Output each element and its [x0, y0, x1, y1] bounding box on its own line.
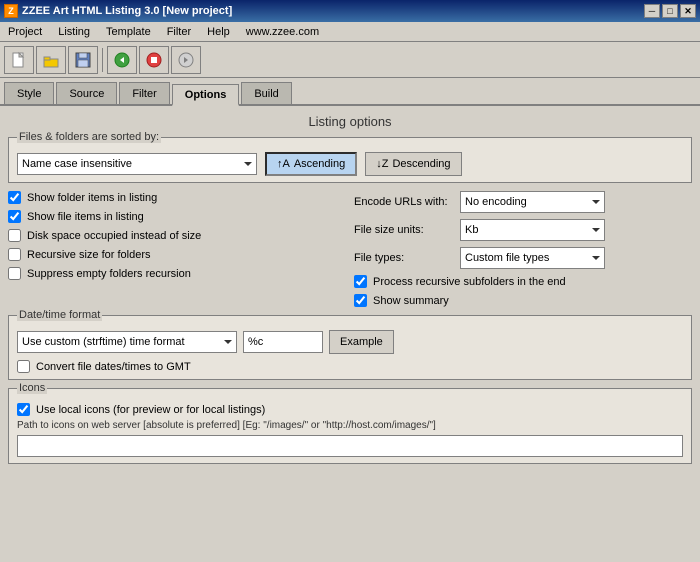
menu-project[interactable]: Project: [0, 24, 50, 40]
show-folder-label: Show folder items in listing: [27, 192, 157, 204]
disk-space-row: Disk space occupied instead of size: [8, 229, 346, 242]
left-column: Show folder items in listing Show file i…: [8, 191, 346, 307]
menu-template[interactable]: Template: [98, 24, 159, 40]
menu-website[interactable]: www.zzee.com: [238, 24, 327, 40]
stop-button[interactable]: [139, 46, 169, 74]
path-input[interactable]: [17, 435, 683, 457]
icons-group: Icons Use local icons (for preview or fo…: [8, 388, 692, 464]
process-recursive-label: Process recursive subfolders in the end: [373, 276, 566, 288]
filesize-row: File size units: Kb Mb Bytes: [354, 219, 692, 241]
suppress-empty-checkbox[interactable]: [8, 267, 21, 280]
disk-space-checkbox[interactable]: [8, 229, 21, 242]
options-grid: Show folder items in listing Show file i…: [8, 191, 692, 307]
toolbar-separator-1: [102, 48, 103, 72]
show-summary-row: Show summary: [354, 294, 692, 307]
ascending-label: Ascending: [294, 158, 345, 170]
datetime-format-input[interactable]: [243, 331, 323, 353]
use-local-icons-checkbox[interactable]: [17, 403, 30, 416]
filetypes-row: File types: Custom file types All files …: [354, 247, 692, 269]
menu-filter[interactable]: Filter: [159, 24, 199, 40]
right-column: Encode URLs with: No encoding URL encodi…: [354, 191, 692, 307]
page-title: Listing options: [8, 114, 692, 129]
show-folder-checkbox[interactable]: [8, 191, 21, 204]
ascending-button[interactable]: ↑A Ascending: [265, 152, 357, 176]
suppress-empty-row: Suppress empty folders recursion: [8, 267, 346, 280]
toolbar: [0, 42, 700, 78]
datetime-select[interactable]: Use custom (strftime) time format ISO fo…: [17, 331, 237, 353]
filesize-select[interactable]: Kb Mb Bytes: [460, 219, 605, 241]
tab-filter[interactable]: Filter: [119, 82, 169, 104]
use-local-icons-row: Use local icons (for preview or for loca…: [17, 403, 683, 416]
encode-select[interactable]: No encoding URL encoding HTML encoding: [460, 191, 605, 213]
save-button[interactable]: [68, 46, 98, 74]
path-label: Path to icons on web server [absolute is…: [17, 420, 683, 431]
new-button[interactable]: [4, 46, 34, 74]
title-bar: Z ZZEE Art HTML Listing 3.0 [New project…: [0, 0, 700, 22]
back-button[interactable]: [107, 46, 137, 74]
tab-options[interactable]: Options: [172, 84, 240, 106]
encode-label: Encode URLs with:: [354, 196, 454, 208]
process-recursive-checkbox[interactable]: [354, 275, 367, 288]
close-button[interactable]: ✕: [680, 4, 696, 18]
convert-gmt-row: Convert file dates/times to GMT: [17, 360, 683, 373]
tab-bar: Style Source Filter Options Build: [0, 78, 700, 106]
main-content: Listing options Files & folders are sort…: [0, 106, 700, 562]
filesize-label: File size units:: [354, 224, 454, 236]
process-recursive-row: Process recursive subfolders in the end: [354, 275, 692, 288]
suppress-empty-label: Suppress empty folders recursion: [27, 268, 191, 280]
tab-build[interactable]: Build: [241, 82, 291, 104]
show-file-label: Show file items in listing: [27, 211, 144, 223]
datetime-group-label: Date/time format: [17, 309, 102, 321]
forward-button[interactable]: [171, 46, 201, 74]
recursive-size-label: Recursive size for folders: [27, 249, 151, 261]
ascending-icon: ↑A: [277, 158, 290, 170]
tab-source[interactable]: Source: [56, 82, 117, 104]
encode-row: Encode URLs with: No encoding URL encodi…: [354, 191, 692, 213]
descending-icon: ↓Z: [376, 158, 388, 170]
convert-gmt-label: Convert file dates/times to GMT: [36, 361, 191, 373]
recursive-size-checkbox[interactable]: [8, 248, 21, 261]
minimize-button[interactable]: ─: [644, 4, 660, 18]
use-local-icons-label: Use local icons (for preview or for loca…: [36, 404, 265, 416]
example-button[interactable]: Example: [329, 330, 394, 354]
open-button[interactable]: [36, 46, 66, 74]
sort-select[interactable]: Name case insensitive Name case sensitiv…: [17, 153, 257, 175]
convert-gmt-checkbox[interactable]: [17, 360, 30, 373]
menu-help[interactable]: Help: [199, 24, 238, 40]
menu-listing[interactable]: Listing: [50, 24, 98, 40]
datetime-group: Date/time format Use custom (strftime) t…: [8, 315, 692, 380]
filetypes-label: File types:: [354, 252, 454, 264]
show-file-checkbox[interactable]: [8, 210, 21, 223]
menu-bar: Project Listing Template Filter Help www…: [0, 22, 700, 42]
show-summary-label: Show summary: [373, 295, 449, 307]
filetypes-select[interactable]: Custom file types All files Web files: [460, 247, 605, 269]
tab-style[interactable]: Style: [4, 82, 54, 104]
sort-group: Files & folders are sorted by: Name case…: [8, 137, 692, 183]
descending-label: Descending: [392, 158, 450, 170]
icons-group-label: Icons: [17, 382, 47, 394]
descending-button[interactable]: ↓Z Descending: [365, 152, 461, 176]
disk-space-label: Disk space occupied instead of size: [27, 230, 201, 242]
window-title: ZZEE Art HTML Listing 3.0 [New project]: [22, 5, 232, 17]
recursive-size-row: Recursive size for folders: [8, 248, 346, 261]
show-file-row: Show file items in listing: [8, 210, 346, 223]
show-folder-row: Show folder items in listing: [8, 191, 346, 204]
show-summary-checkbox[interactable]: [354, 294, 367, 307]
app-icon: Z: [4, 4, 18, 18]
maximize-button[interactable]: □: [662, 4, 678, 18]
sort-group-label: Files & folders are sorted by:: [17, 131, 161, 143]
